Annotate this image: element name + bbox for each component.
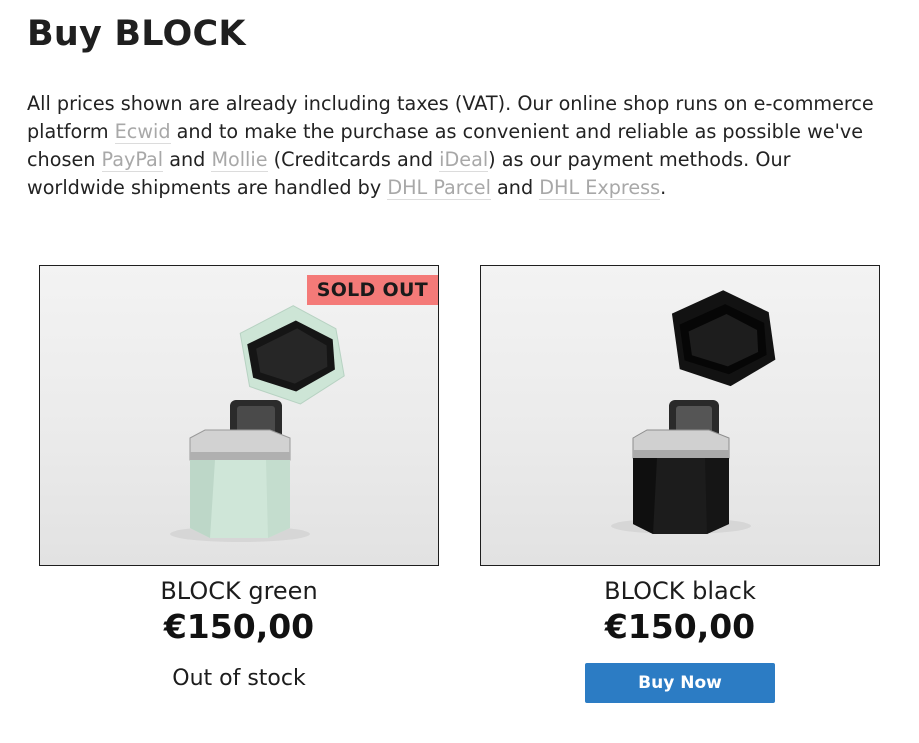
product-image-black[interactable] bbox=[480, 265, 880, 566]
product-card-black: BLOCK black €150,00 Buy Now bbox=[480, 265, 880, 703]
intro-text: . bbox=[660, 176, 667, 199]
stock-status: Out of stock bbox=[172, 666, 306, 691]
intro-paragraph: All prices shown are already including t… bbox=[27, 90, 877, 202]
product-price: €150,00 bbox=[163, 607, 315, 646]
product-price: €150,00 bbox=[604, 607, 756, 646]
product-photo-green-icon bbox=[170, 305, 345, 542]
intro-text: and bbox=[163, 148, 212, 171]
page-title: Buy BLOCK bbox=[27, 14, 246, 54]
product-card-green: SOLD OUT BLOCK green €150,00 Out of stoc… bbox=[39, 265, 439, 691]
buy-now-button[interactable]: Buy Now bbox=[585, 663, 775, 703]
paypal-link[interactable]: PayPal bbox=[101, 148, 164, 172]
intro-text: (Creditcards and bbox=[267, 148, 440, 171]
product-name[interactable]: BLOCK green bbox=[39, 577, 439, 605]
dhl-express-link[interactable]: DHL Express bbox=[539, 176, 661, 200]
ideal-link[interactable]: iDeal bbox=[439, 148, 489, 172]
product-image-green[interactable]: SOLD OUT bbox=[39, 265, 439, 566]
dhl-parcel-link[interactable]: DHL Parcel bbox=[387, 176, 491, 200]
sold-out-badge: SOLD OUT bbox=[306, 275, 438, 305]
mollie-link[interactable]: Mollie bbox=[211, 148, 268, 172]
product-name[interactable]: BLOCK black bbox=[480, 577, 880, 605]
ecwid-link[interactable]: Ecwid bbox=[114, 120, 171, 144]
intro-text: and bbox=[490, 176, 540, 199]
product-photo-black-icon bbox=[611, 290, 776, 534]
